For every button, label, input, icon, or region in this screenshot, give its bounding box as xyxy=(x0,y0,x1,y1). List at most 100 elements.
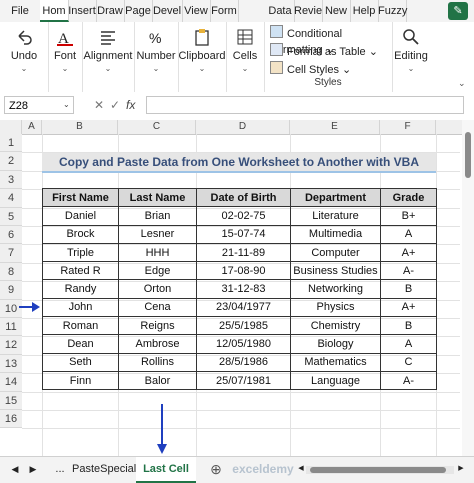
scroll-left-icon[interactable]: ◀ xyxy=(8,457,22,481)
table-cell[interactable]: Language xyxy=(290,370,381,391)
table-cell[interactable]: B xyxy=(380,316,437,336)
column-header-d[interactable]: D xyxy=(196,120,290,134)
sheet-tab-last-cell[interactable]: Last Cell xyxy=(136,457,196,483)
table-cell[interactable]: Cena xyxy=(118,297,197,318)
table-cell[interactable]: 23/04/1977 xyxy=(196,297,291,318)
column-header-a[interactable]: A xyxy=(22,120,42,134)
row-header[interactable]: 7 xyxy=(0,244,22,263)
tab-data[interactable]: Data xyxy=(266,0,295,22)
row-header[interactable]: 12 xyxy=(0,336,22,355)
horizontal-scrollbar[interactable] xyxy=(306,466,454,474)
select-all-corner[interactable] xyxy=(0,120,22,134)
tab-view[interactable]: View xyxy=(182,0,211,22)
table-cell[interactable]: Edge xyxy=(118,261,197,281)
table-cell[interactable]: Chemistry xyxy=(290,316,381,336)
undo-group[interactable]: Undo ⌄ xyxy=(0,22,49,92)
row-header[interactable]: 8 xyxy=(0,262,22,282)
table-cell[interactable]: Rated R xyxy=(42,261,119,281)
table-header-cell[interactable]: Date of Birth xyxy=(196,187,291,208)
cells-group[interactable]: Cells ⌄ xyxy=(226,22,265,92)
table-cell[interactable]: Brian xyxy=(118,206,197,226)
table-cell[interactable]: 02-02-75 xyxy=(196,206,291,226)
table-cell[interactable]: 15-07-74 xyxy=(196,224,291,244)
table-cell[interactable]: A- xyxy=(380,261,437,281)
page-title[interactable]: Copy and Paste Data from One Worksheet t… xyxy=(42,153,436,173)
tab-formulas[interactable]: Form xyxy=(210,0,239,22)
table-cell[interactable]: 17-08-90 xyxy=(196,261,291,281)
tab-insert[interactable]: Insert xyxy=(68,0,97,22)
column-header-f[interactable]: F xyxy=(380,120,436,134)
table-cell[interactable]: 25/5/1985 xyxy=(196,316,291,336)
table-cell[interactable]: Brock xyxy=(42,224,119,244)
table-cell[interactable]: Business Studies xyxy=(290,261,381,281)
table-cell[interactable]: Dean xyxy=(42,334,119,354)
table-cell[interactable]: Ambrose xyxy=(118,334,197,354)
table-cell[interactable]: Physics xyxy=(290,297,381,318)
table-cell[interactable]: Finn xyxy=(42,370,119,391)
table-cell[interactable]: Seth xyxy=(42,352,119,372)
table-cell[interactable]: Multimedia xyxy=(290,224,381,244)
table-cell[interactable]: Balor xyxy=(118,370,197,391)
cancel-icon[interactable]: ✕ xyxy=(94,96,104,114)
tab-fuzzy[interactable]: Fuzzy xyxy=(378,0,407,22)
row-header[interactable]: 11 xyxy=(0,318,22,337)
chevron-down-icon[interactable]: ⌄ xyxy=(458,78,466,89)
ribbon-collapse-button[interactable]: ✎ xyxy=(448,2,468,20)
editing-group[interactable]: Editing ⌄ xyxy=(392,22,430,92)
clipboard-group[interactable]: Clipboard ⌄ xyxy=(178,22,227,92)
table-cell[interactable]: B xyxy=(380,279,437,299)
column-header-e[interactable]: E xyxy=(290,120,380,134)
tab-page-layout[interactable]: Page xyxy=(124,0,153,22)
row-header[interactable]: 14 xyxy=(0,373,22,392)
insert-function-button[interactable]: fx xyxy=(126,96,135,114)
table-cell[interactable]: A xyxy=(380,334,437,354)
scroll-right-icon[interactable]: ▶ xyxy=(456,457,466,481)
scroll-left-icon[interactable]: ◀ xyxy=(296,457,306,481)
table-cell[interactable]: Networking xyxy=(290,279,381,299)
table-header-cell[interactable]: Last Name xyxy=(118,187,197,208)
table-header-cell[interactable]: First Name xyxy=(42,187,119,208)
more-sheets-button[interactable]: ... xyxy=(50,457,70,481)
tab-new[interactable]: New xyxy=(322,0,351,22)
tab-review[interactable]: Revie xyxy=(294,0,323,22)
worksheet-grid[interactable]: A B C D E F 1 2 3 4 5 6 7 8 9 10 11 12 13 14 15 16 Copy… xyxy=(0,120,474,456)
chevron-down-icon[interactable]: ⌄ xyxy=(63,96,70,114)
table-cell[interactable]: Randy xyxy=(42,279,119,299)
table-cell[interactable]: A+ xyxy=(380,297,437,318)
table-header-cell[interactable]: Grade xyxy=(380,187,437,208)
tab-help[interactable]: Help xyxy=(350,0,379,22)
row-header[interactable]: 5 xyxy=(0,207,22,226)
table-cell[interactable]: 31-12-83 xyxy=(196,279,291,299)
table-cell[interactable]: C xyxy=(380,352,437,372)
table-cell[interactable]: Rollins xyxy=(118,352,197,372)
add-sheet-icon[interactable]: ⊕ xyxy=(208,457,224,481)
cell-styles-button[interactable]: Cell Styles ⌄ xyxy=(270,61,351,77)
table-cell[interactable]: A+ xyxy=(380,242,437,263)
table-cell[interactable]: John xyxy=(42,297,119,318)
row-header[interactable]: 1 xyxy=(0,134,22,153)
table-cell[interactable]: B+ xyxy=(380,206,437,226)
table-cell[interactable]: Biology xyxy=(290,334,381,354)
table-cell[interactable]: 28/5/1986 xyxy=(196,352,291,372)
row-header[interactable]: 4 xyxy=(0,189,22,208)
table-cell[interactable]: 12/05/1980 xyxy=(196,334,291,354)
column-header-b[interactable]: B xyxy=(42,120,118,134)
tab-file[interactable]: File xyxy=(0,0,41,22)
font-group[interactable]: A Font ⌄ xyxy=(48,22,83,92)
table-header-cell[interactable]: Department xyxy=(290,187,381,208)
table-cell[interactable]: Literature xyxy=(290,206,381,226)
row-header[interactable]: 13 xyxy=(0,354,22,374)
tab-developer[interactable]: Devel xyxy=(152,0,183,22)
table-cell[interactable]: 21-11-89 xyxy=(196,242,291,263)
table-cell[interactable]: 25/07/1981 xyxy=(196,370,291,391)
row-header[interactable]: 3 xyxy=(0,170,22,190)
table-cell[interactable]: Lesner xyxy=(118,224,197,244)
table-cell[interactable]: Orton xyxy=(118,279,197,299)
number-group[interactable]: % Number ⌄ xyxy=(134,22,179,92)
table-cell[interactable]: Daniel xyxy=(42,206,119,226)
table-cell[interactable]: A- xyxy=(380,370,437,391)
table-cell[interactable]: Triple xyxy=(42,242,119,263)
horizontal-scroll-thumb[interactable] xyxy=(310,467,446,473)
row-header[interactable]: 16 xyxy=(0,410,22,429)
row-header[interactable]: 6 xyxy=(0,226,22,245)
